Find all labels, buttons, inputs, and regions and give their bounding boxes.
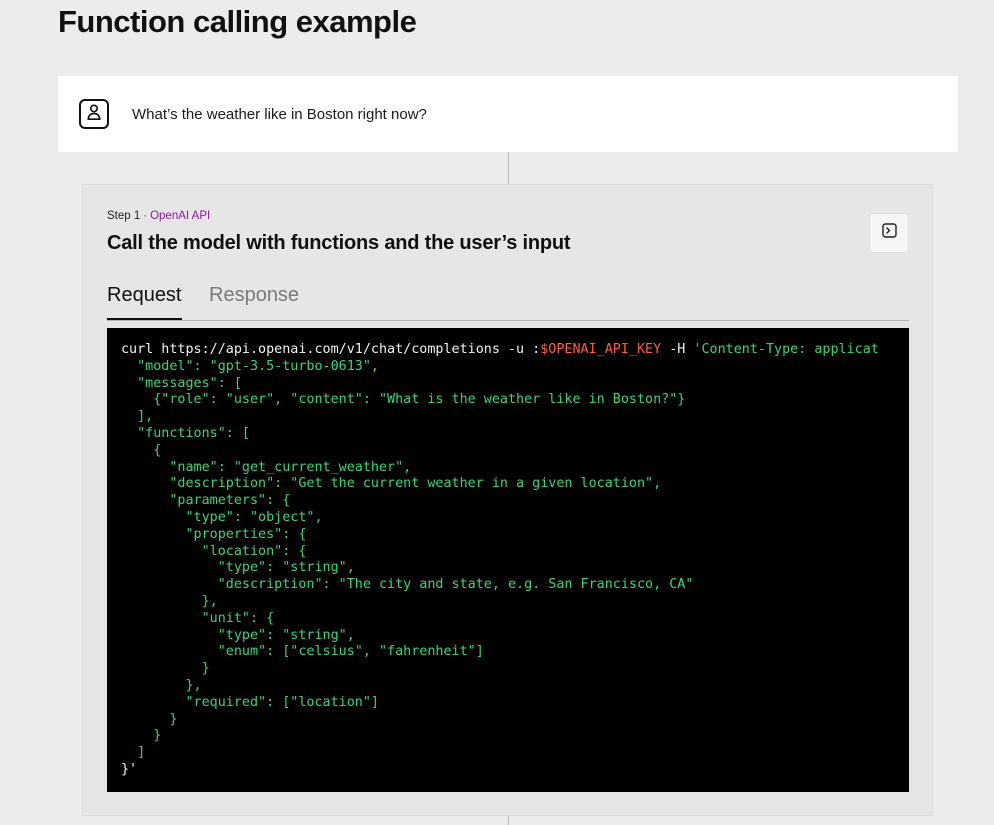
code-line: "description": "The city and state, e.g.… (121, 577, 694, 593)
code-line: "type": "object", (121, 509, 323, 525)
code-line: "type": "string", (121, 560, 355, 576)
code-line: "type": "string", (121, 627, 355, 643)
code-line: "location": { (121, 543, 307, 559)
code-line: }, (121, 677, 202, 693)
page: Function calling example What’s the weat… (0, 0, 994, 825)
step-card: Step 1 · OpenAI API Call the model with fu… (82, 184, 933, 816)
code-env-var: $OPENAI_API_KEY (540, 342, 662, 357)
code-line: ], (121, 409, 154, 425)
step-separator: · (143, 210, 148, 222)
code-line: "parameters": { (121, 493, 291, 509)
code-line: } (121, 711, 178, 727)
code-line: "enum": ["celsius", "fahrenheit"] (121, 644, 484, 660)
code-header-flag: -H (661, 342, 694, 357)
page-title: Function calling example (58, 4, 417, 39)
code-line: "name": "get_current_weather", (121, 459, 412, 475)
step-label: Step 1 (107, 210, 141, 222)
code-line: "properties": { (121, 526, 307, 542)
step-meta: Step 1 · OpenAI API (107, 210, 210, 222)
code-line: "messages": [ (121, 375, 242, 391)
tab-response[interactable]: Response (209, 281, 299, 309)
code-line: "unit": { (121, 610, 275, 626)
step-api-label: OpenAI API (150, 210, 211, 222)
user-message-card: What’s the weather like in Boston right … (58, 76, 958, 152)
flow-connector (508, 152, 509, 184)
tab-bar: Request Response (107, 281, 909, 321)
code-line: "required": ["location"] (121, 694, 379, 710)
code-line: "model": "gpt-3.5-turbo-0613", (121, 358, 379, 374)
code-line: } (121, 661, 210, 677)
step-title: Call the model with functions and the us… (107, 232, 571, 254)
code-line: {"role": "user", "content": "What is the… (121, 392, 686, 408)
terminal-icon (881, 223, 897, 243)
code-line: "functions": [ (121, 425, 250, 441)
open-terminal-button[interactable] (869, 213, 909, 253)
tab-request[interactable]: Request (107, 281, 182, 320)
user-avatar (79, 99, 109, 129)
code-line: { (121, 442, 162, 458)
flow-connector (508, 816, 509, 825)
code-command: curl https://api.openai.com/v1/chat/comp… (121, 342, 541, 357)
code-block[interactable]: curl https://api.openai.com/v1/chat/comp… (107, 328, 909, 792)
code-line: }, (121, 593, 218, 609)
user-message-text: What’s the weather like in Boston right … (132, 105, 427, 123)
code-line: }' (121, 761, 138, 777)
user-icon (86, 103, 102, 126)
code-line: } (121, 728, 162, 744)
code-line: "description": "Get the current weather … (121, 476, 662, 492)
code-content: curl https://api.openai.com/v1/chat/comp… (107, 328, 909, 779)
code-line: ] (121, 745, 146, 761)
code-header-value: 'Content-Type: applicat (693, 342, 879, 357)
